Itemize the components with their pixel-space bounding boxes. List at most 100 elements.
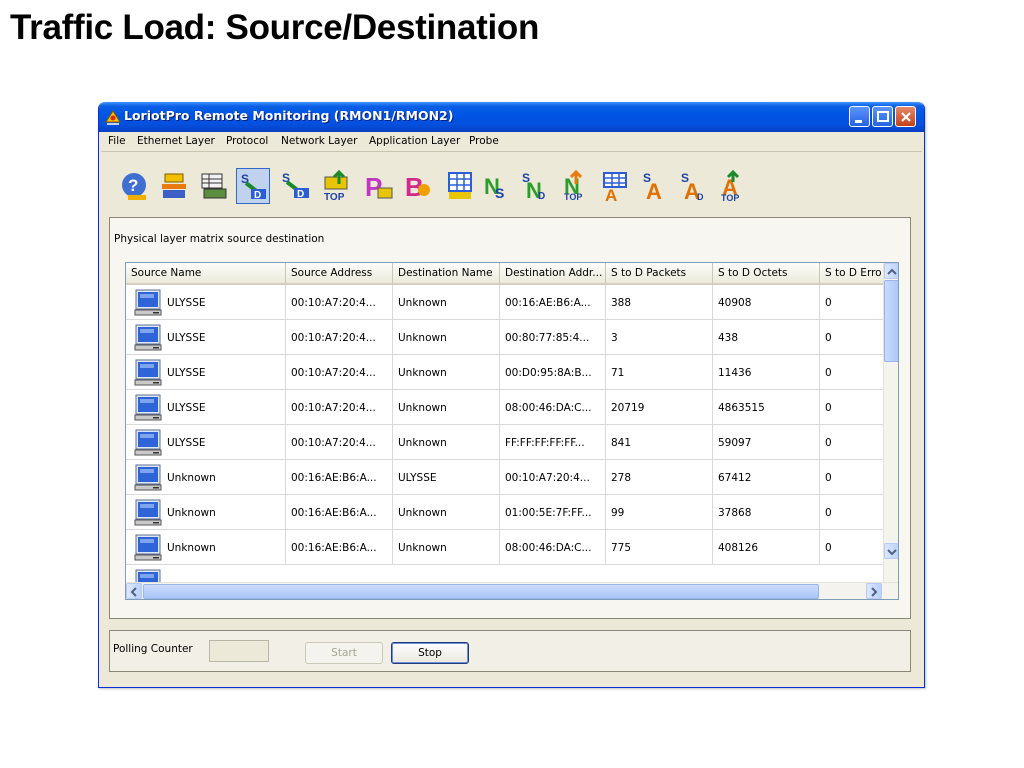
cell-text: Unknown <box>398 332 447 344</box>
stop-button[interactable]: Stop <box>391 642 469 664</box>
app-window: LoriotPro Remote Monitoring (RMON1/RMON2… <box>98 102 925 688</box>
cell-errors: 0 <box>820 495 883 530</box>
cell-text: ULYSSE <box>167 402 206 414</box>
column-header-errors[interactable]: S to D Erro <box>820 263 883 285</box>
cell-text: Unknown <box>398 507 447 519</box>
matrix-sd-icon[interactable]: SD <box>236 168 270 204</box>
cell-text: 00:10:A7:20:4... <box>291 437 376 449</box>
panel-label: Physical layer matrix source destination <box>114 233 325 245</box>
protocol-b-icon[interactable]: B <box>402 168 436 204</box>
cell-text: 00:10:A7:20:4... <box>291 367 376 379</box>
table-row[interactable]: Unknown 00:16:AE:B6:A... Unknown 08:00:46:D… <box>126 530 883 565</box>
maximize-button[interactable] <box>872 106 893 127</box>
app-top-icon[interactable]: A TOP <box>716 168 750 204</box>
top-host-icon[interactable]: TOP <box>320 168 354 204</box>
svg-text:D: D <box>254 190 261 201</box>
cell-destination-name: Unknown <box>393 285 500 320</box>
network-sd-icon[interactable]: SND <box>520 168 554 204</box>
cell-text: 775 <box>611 542 632 554</box>
menu-file[interactable]: File <box>108 135 126 147</box>
cell-text: 00:80:77:85:4... <box>505 332 590 344</box>
column-header-octets[interactable]: S to D Octets <box>713 263 820 285</box>
cell-text: 11436 <box>718 367 752 379</box>
cell-text: 0 <box>825 542 832 554</box>
table-row[interactable]: ULYSSE 00:10:A7:20:4... Unknown 00:80:77:85… <box>126 320 883 355</box>
cell-text: 00:10:A7:20:4... <box>505 472 590 484</box>
app-sd-icon[interactable]: SAD <box>677 168 711 204</box>
menu-ethernet-layer[interactable]: Ethernet Layer <box>137 135 215 147</box>
cell-packets: 99 <box>606 495 713 530</box>
cell-destination-name: ULYSSE <box>393 460 500 495</box>
cell-destination-address: 08:00:46:DA:C... <box>500 390 606 425</box>
cell-source-address: 00:16:AE:B6:A... <box>286 495 393 530</box>
polling-counter-field <box>209 640 269 662</box>
title-bar[interactable]: LoriotPro Remote Monitoring (RMON1/RMON2… <box>99 102 924 132</box>
cell-text: Unknown <box>398 367 447 379</box>
vertical-scroll-thumb[interactable] <box>884 280 898 362</box>
cell-source-address: 00:10:A7:20:4... <box>286 390 393 425</box>
network-ns-icon[interactable]: NS <box>482 168 516 204</box>
matrix-table[interactable]: Source Name Source Address Destination N… <box>125 262 899 600</box>
cell-text: 0 <box>825 472 832 484</box>
cell-octets: 4863515 <box>713 390 820 425</box>
scroll-left-button[interactable] <box>126 583 142 599</box>
cell-errors: 0 <box>820 530 883 565</box>
scroll-down-button[interactable] <box>884 543 898 559</box>
cell-text: 438 <box>718 332 739 344</box>
table-row[interactable]: ULYSSE 00:10:A7:20:4... Unknown 00:D0:95:8A… <box>126 355 883 390</box>
column-header-source-name[interactable]: Source Name <box>126 263 286 285</box>
scroll-right-button[interactable] <box>866 583 882 599</box>
protocol-p-icon[interactable]: P <box>362 168 396 204</box>
computer-icon <box>133 324 163 352</box>
column-header-packets[interactable]: S to D Packets <box>606 263 713 285</box>
cell-packets: 3 <box>606 320 713 355</box>
cell-octets: 37868 <box>713 495 820 530</box>
svg-text:D: D <box>297 189 304 200</box>
table-row[interactable]: Unknown 00:16:AE:B6:A... ULYSSE 00:10:A7:20… <box>126 460 883 495</box>
close-button[interactable] <box>895 106 916 127</box>
menu-application-layer[interactable]: Application Layer <box>369 135 460 147</box>
cell-text: Unknown <box>398 402 447 414</box>
cell-text: 20719 <box>611 402 645 414</box>
menu-probe[interactable]: Probe <box>469 135 499 147</box>
cell-octets: 59097 <box>713 425 820 460</box>
cell-text: 0 <box>825 402 832 414</box>
cell-text: Unknown <box>167 507 216 519</box>
menu-protocol[interactable]: Protocol <box>226 135 268 147</box>
chevron-right-icon <box>871 587 878 597</box>
cell-destination-address: 00:D0:95:8A:B... <box>500 355 606 390</box>
menu-bar: File Ethernet Layer Protocol Network Lay… <box>99 132 924 151</box>
bus-stats-icon[interactable] <box>157 168 191 204</box>
table-row[interactable]: ULYSSE 00:10:A7:20:4... Unknown 00:16:AE:B6… <box>126 285 883 320</box>
cell-text: 40908 <box>718 297 752 309</box>
column-header-destination-address[interactable]: Destination Addr... <box>500 263 606 285</box>
vertical-scrollbar[interactable] <box>883 263 898 582</box>
cell-destination-name: Unknown <box>393 390 500 425</box>
minimize-button[interactable] <box>849 106 870 127</box>
menu-network-layer[interactable]: Network Layer <box>281 135 357 147</box>
cell-text: 00:16:AE:B6:A... <box>291 542 377 554</box>
matrix-sd-top-icon[interactable]: SD <box>278 168 312 204</box>
table-row[interactable]: Unknown 00:16:AE:B6:A... Unknown 01:00:5E:7… <box>126 495 883 530</box>
table-row[interactable]: ULYSSE 00:10:A7:20:4... Unknown 08:00:46:DA… <box>126 390 883 425</box>
start-button[interactable]: Start <box>305 642 383 664</box>
cell-errors: 0 <box>820 425 883 460</box>
svg-text:TOP: TOP <box>721 193 739 203</box>
table-icon[interactable] <box>444 168 478 204</box>
horizontal-scrollbar[interactable] <box>126 582 898 599</box>
cell-text: Unknown <box>398 542 447 554</box>
app-a-icon[interactable]: SA <box>639 168 673 204</box>
column-header-source-address[interactable]: Source Address <box>286 263 393 285</box>
scroll-up-button[interactable] <box>884 263 898 279</box>
app-table-icon[interactable]: A <box>599 168 633 204</box>
cell-source-name: Unknown <box>126 530 286 565</box>
cell-text: ULYSSE <box>167 297 206 309</box>
history-icon[interactable] <box>196 168 230 204</box>
column-header-destination-name[interactable]: Destination Name <box>393 263 500 285</box>
table-row[interactable]: ULYSSE 00:10:A7:20:4... Unknown FF:FF:FF:FF… <box>126 425 883 460</box>
horizontal-scroll-thumb[interactable] <box>143 584 819 599</box>
cell-errors: 0 <box>820 390 883 425</box>
network-top-icon[interactable]: N TOP <box>559 168 593 204</box>
help-icon[interactable]: ? <box>118 168 152 204</box>
cell-source-address: 00:16:AE:B6:A... <box>286 460 393 495</box>
